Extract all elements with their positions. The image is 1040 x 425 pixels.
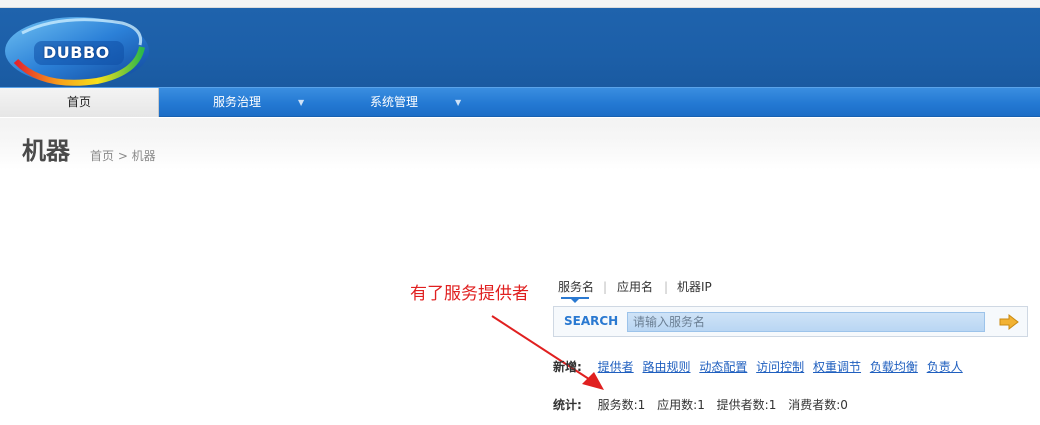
chevron-down-icon[interactable]: ▼	[455, 88, 461, 117]
page-title: 机器	[22, 137, 70, 165]
tab-service-name[interactable]: 服务名	[558, 278, 594, 296]
new-access-control-link[interactable]: 访问控制	[756, 360, 804, 374]
new-section: 新增: 提供者 路由规则 动态配置 访问控制 权重调节 负载均衡 负责人	[553, 359, 968, 375]
search-box: SEARCH	[553, 306, 1028, 337]
tab-application-name[interactable]: 应用名	[617, 278, 653, 296]
search-input[interactable]	[627, 312, 985, 332]
tab-separator: |	[664, 280, 669, 294]
header-banner: DUBBO	[0, 8, 1040, 87]
new-weight-adjust-link[interactable]: 权重调节	[813, 360, 861, 374]
nav-item-service-governance[interactable]: 服务治理	[213, 88, 261, 117]
new-load-balance-link[interactable]: 负载均衡	[870, 360, 918, 374]
nav-item-system-management[interactable]: 系统管理	[370, 88, 418, 117]
search-label: SEARCH	[564, 314, 619, 328]
new-label: 新增:	[553, 360, 582, 374]
stat-service-count: 服务数:1	[597, 398, 646, 412]
main-nav: 首页 服务治理 ▼ 系统管理 ▼	[0, 87, 1040, 117]
stat-app-count: 应用数:1	[657, 398, 705, 412]
dubbo-logo[interactable]: DUBBO	[2, 11, 152, 87]
active-tab-indicator	[561, 297, 589, 303]
arrow-right-icon[interactable]	[997, 312, 1021, 332]
stat-consumer-count: 消费者数:0	[788, 398, 848, 412]
logo-text: DUBBO	[43, 43, 110, 62]
top-strip	[0, 0, 1040, 8]
nav-item-home[interactable]: 首页	[0, 88, 159, 117]
tab-machine-ip[interactable]: 机器IP	[677, 278, 712, 296]
tab-separator: |	[603, 280, 608, 294]
stats-label: 统计:	[553, 398, 582, 412]
new-dynamic-config-link[interactable]: 动态配置	[699, 360, 747, 374]
new-provider-link[interactable]: 提供者	[598, 360, 634, 374]
title-band: 机器 首页 > 机器	[0, 118, 1040, 170]
new-route-rule-link[interactable]: 路由规则	[642, 360, 690, 374]
stat-provider-count: 提供者数:1	[716, 398, 777, 412]
chevron-down-icon[interactable]: ▼	[298, 88, 304, 117]
new-owner-link[interactable]: 负责人	[927, 360, 963, 374]
annotation-label: 有了服务提供者	[410, 284, 529, 304]
stats-section: 统计: 服务数:1 应用数:1 提供者数:1 消费者数:0	[553, 397, 856, 413]
breadcrumb[interactable]: 首页 > 机器	[90, 149, 156, 163]
